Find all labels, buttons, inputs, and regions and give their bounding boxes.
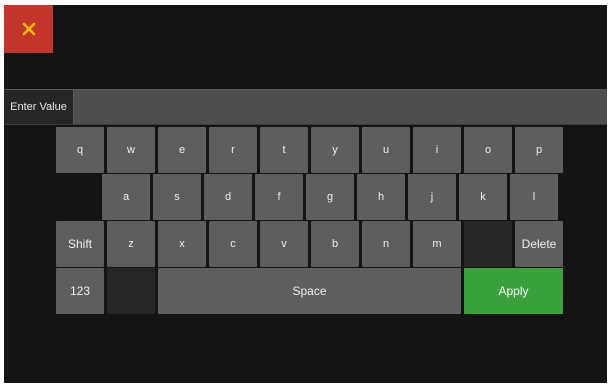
key-m[interactable]: m <box>413 221 461 267</box>
key-f[interactable]: f <box>255 174 303 220</box>
key-v[interactable]: v <box>260 221 308 267</box>
close-icon <box>22 22 35 36</box>
key-o[interactable]: o <box>464 127 512 173</box>
key-c[interactable]: c <box>209 221 257 267</box>
key-d[interactable]: d <box>204 174 252 220</box>
close-button[interactable] <box>4 5 53 53</box>
key-t[interactable]: t <box>260 127 308 173</box>
key-h[interactable]: h <box>357 174 405 220</box>
delete-key[interactable]: Delete <box>515 221 563 267</box>
value-input[interactable] <box>75 90 607 124</box>
key-q[interactable]: q <box>56 127 104 173</box>
key-l[interactable]: l <box>510 174 558 220</box>
key-g[interactable]: g <box>306 174 354 220</box>
value-entry-row: Enter Value <box>4 89 607 125</box>
key-a[interactable]: a <box>102 174 150 220</box>
key-e[interactable]: e <box>158 127 206 173</box>
numbers-key[interactable]: 123 <box>56 268 104 314</box>
blank-key <box>107 268 155 314</box>
key-z[interactable]: z <box>107 221 155 267</box>
key-k[interactable]: k <box>459 174 507 220</box>
blank-key <box>464 221 512 267</box>
key-b[interactable]: b <box>311 221 359 267</box>
keyboard-screen: Enter Value q w e r t y u i o p a s d f g h j k l Shift z x c v… <box>4 5 607 383</box>
key-u[interactable]: u <box>362 127 410 173</box>
key-r[interactable]: r <box>209 127 257 173</box>
key-n[interactable]: n <box>362 221 410 267</box>
key-y[interactable]: y <box>311 127 359 173</box>
key-x[interactable]: x <box>158 221 206 267</box>
key-p[interactable]: p <box>515 127 563 173</box>
apply-button[interactable]: Apply <box>464 268 563 314</box>
space-key[interactable]: Space <box>158 268 461 314</box>
enter-value-label: Enter Value <box>4 90 74 124</box>
shift-key[interactable]: Shift <box>56 221 104 267</box>
key-i[interactable]: i <box>413 127 461 173</box>
key-j[interactable]: j <box>408 174 456 220</box>
key-w[interactable]: w <box>107 127 155 173</box>
key-s[interactable]: s <box>153 174 201 220</box>
